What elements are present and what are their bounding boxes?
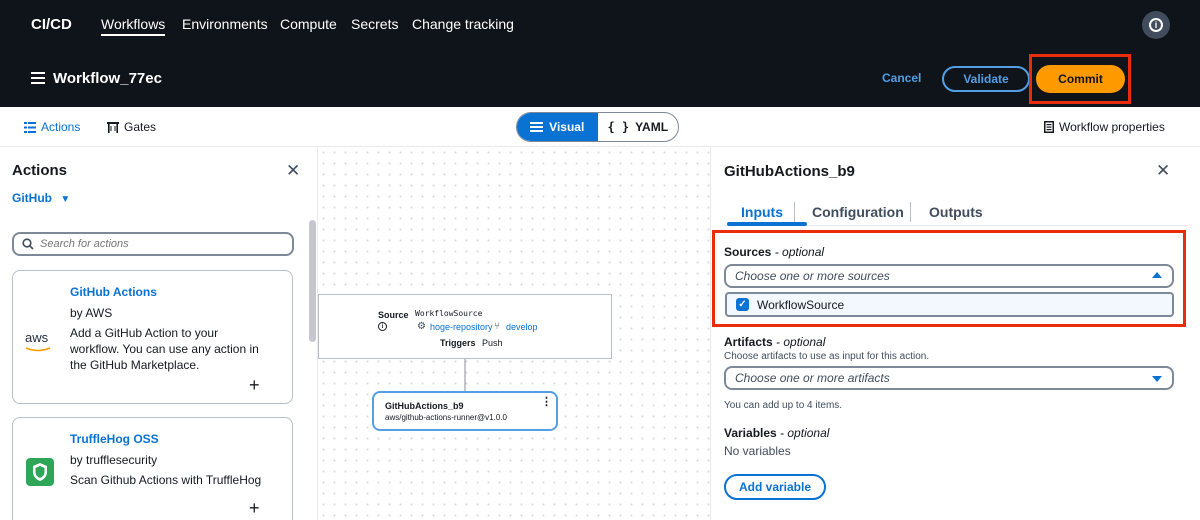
- add-variable-button[interactable]: Add variable: [724, 474, 826, 500]
- actions-search-input[interactable]: [40, 238, 270, 250]
- validate-button[interactable]: Validate: [942, 66, 1030, 92]
- action-node-githubactions-b9[interactable]: GitHubActions_b9 aws/github-actions-runn…: [372, 391, 558, 431]
- nav-change-tracking[interactable]: Change tracking: [412, 16, 514, 32]
- visual-icon: [530, 122, 544, 132]
- top-navigation: CI/CD Workflows Environments Compute Sec…: [0, 0, 1200, 50]
- source-repository-link[interactable]: hoge-repository: [430, 322, 493, 332]
- yaml-view-label: YAML: [635, 120, 669, 134]
- no-variables-text: No variables: [724, 444, 791, 458]
- action-card-description: Add a GitHub Action to your workflow. Yo…: [70, 326, 259, 372]
- document-icon: [1044, 121, 1054, 133]
- gates-toggle-button[interactable]: Gates: [107, 120, 156, 134]
- trufflehog-shield-logo: [26, 458, 54, 486]
- action-card-trufflehog[interactable]: TruffleHog OSS by trufflesecurity Scan G…: [12, 417, 293, 520]
- workflow-icon: [31, 72, 45, 84]
- artifacts-label: Artifacts - optional: [724, 335, 826, 349]
- more-options-icon[interactable]: ⋮: [541, 397, 552, 408]
- cancel-button[interactable]: Cancel: [882, 71, 921, 85]
- workflow-header: Workflow_77ec Cancel Validate Commit: [0, 50, 1200, 107]
- tab-inputs[interactable]: Inputs: [741, 204, 783, 220]
- visual-view-label: Visual: [549, 120, 585, 134]
- close-icon[interactable]: ✕: [286, 161, 300, 181]
- nav-workflows[interactable]: Workflows: [101, 16, 166, 36]
- action-details-title: GitHubActions_b9: [724, 163, 855, 180]
- action-card-title[interactable]: GitHub Actions: [70, 285, 157, 299]
- view-mode-toggle: Visual { } YAML: [516, 112, 679, 142]
- source-node-label: Source: [378, 310, 409, 320]
- add-action-button[interactable]: +: [249, 375, 260, 396]
- source-branch-link[interactable]: develop: [506, 322, 538, 332]
- action-source-filter[interactable]: GitHub ▼: [12, 191, 70, 205]
- action-details-panel: GitHubActions_b9 ✕ Inputs Configuration …: [710, 147, 1200, 520]
- branch-icon: ⑂: [494, 321, 500, 332]
- triggers-label: Triggers: [440, 338, 476, 348]
- search-icon: [22, 238, 34, 250]
- artifacts-select[interactable]: Choose one or more artifacts: [724, 366, 1174, 390]
- active-tab-indicator: [727, 222, 807, 226]
- sources-highlight-box: [712, 230, 1186, 327]
- gate-icon: [107, 121, 119, 133]
- workflow-properties-button[interactable]: Workflow properties: [1044, 120, 1165, 134]
- action-source-filter-label: GitHub: [12, 191, 52, 205]
- action-node-name: GitHubActions_b9: [385, 401, 464, 411]
- nav-compute[interactable]: Compute: [280, 16, 337, 32]
- actions-toggle-label: Actions: [41, 120, 81, 134]
- close-icon[interactable]: ✕: [1156, 161, 1170, 181]
- code-icon: { }: [607, 120, 630, 134]
- aws-logo: aws: [25, 329, 57, 352]
- artifacts-limit-hint: You can add up to 4 items.: [724, 400, 843, 411]
- info-button[interactable]: i: [1142, 11, 1170, 39]
- info-icon: i: [378, 322, 387, 331]
- artifacts-description: Choose artifacts to use as input for thi…: [724, 351, 930, 362]
- trigger-value: Push: [482, 338, 503, 348]
- add-action-button[interactable]: +: [249, 498, 260, 519]
- action-card-title[interactable]: TruffleHog OSS: [70, 432, 159, 446]
- source-node[interactable]: Source WorkflowSource i ⚙ hoge-repositor…: [318, 294, 612, 359]
- caret-down-icon: ▼: [60, 194, 71, 205]
- yaml-view-button[interactable]: { } YAML: [598, 113, 679, 141]
- artifacts-placeholder: Choose one or more artifacts: [735, 371, 890, 385]
- workflow-title: Workflow_77ec: [53, 70, 162, 87]
- actions-toggle-button[interactable]: Actions: [24, 120, 80, 134]
- commit-highlight-box: [1029, 54, 1131, 104]
- tab-outputs[interactable]: Outputs: [929, 204, 983, 220]
- actions-scrollbar[interactable]: [309, 220, 316, 342]
- action-card-description: Scan Github Actions with TruffleHog: [70, 473, 262, 487]
- source-node-name: WorkflowSource: [415, 309, 483, 318]
- caret-down-icon: [1152, 376, 1162, 382]
- action-card-author: by trufflesecurity: [70, 453, 158, 467]
- details-tabs: Inputs Configuration Outputs: [724, 196, 1188, 226]
- visual-view-button[interactable]: Visual: [517, 113, 598, 141]
- variables-label: Variables - optional: [724, 426, 830, 440]
- list-icon: [24, 121, 36, 133]
- editor-toolbar: Actions Gates Visual { } YAML Workflow p…: [0, 107, 1200, 147]
- tab-configuration[interactable]: Configuration: [812, 204, 904, 220]
- nav-secrets[interactable]: Secrets: [351, 16, 398, 32]
- actions-panel-title: Actions: [12, 162, 68, 179]
- gates-toggle-label: Gates: [124, 120, 157, 134]
- actions-panel: Actions ✕ GitHub ▼ aws GitHub Actions by…: [0, 147, 318, 520]
- action-card-github-actions[interactable]: aws GitHub Actions by AWS Add a GitHub A…: [12, 270, 293, 404]
- actions-search-box: [12, 232, 294, 256]
- nav-environments[interactable]: Environments: [182, 16, 268, 32]
- action-node-identifier: aws/github-actions-runner@v1.0.0: [385, 413, 507, 422]
- repository-icon: ⚙: [417, 321, 426, 332]
- workflow-properties-label: Workflow properties: [1059, 120, 1165, 134]
- action-card-author: by AWS: [70, 306, 113, 320]
- brand-title: CI/CD: [31, 16, 72, 33]
- info-icon: i: [1149, 18, 1163, 32]
